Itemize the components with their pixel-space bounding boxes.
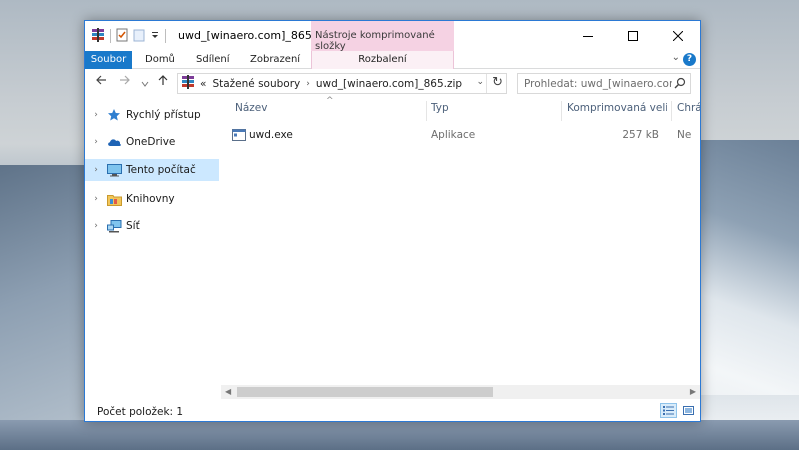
maximize-button[interactable] bbox=[610, 21, 655, 51]
tab-home[interactable]: Domů bbox=[145, 51, 175, 69]
column-header-protected[interactable]: Chrán bbox=[677, 102, 700, 122]
toolbar-separator bbox=[165, 29, 166, 43]
tab-extract[interactable]: Rozbalení bbox=[311, 51, 454, 69]
up-arrow-icon bbox=[158, 75, 168, 85]
winrar-app-icon[interactable] bbox=[91, 27, 105, 45]
tab-file[interactable]: Soubor bbox=[85, 51, 132, 69]
horizontal-scrollbar[interactable]: ◀ ▶ bbox=[221, 385, 700, 399]
sidebar-item-label: Síť bbox=[126, 220, 140, 232]
status-bar: Počet položek: 1 bbox=[85, 401, 700, 421]
details-view-icon bbox=[663, 406, 674, 415]
details-view-button[interactable] bbox=[660, 403, 677, 418]
sidebar-item-label: Tento počítač bbox=[126, 164, 196, 176]
address-bar[interactable]: « Stažené soubory › uwd_[winaero.com]_86… bbox=[177, 73, 507, 94]
application-icon bbox=[232, 129, 246, 144]
back-button[interactable] bbox=[95, 74, 107, 90]
navigation-bar: « Stažené soubory › uwd_[winaero.com]_86… bbox=[85, 71, 700, 97]
breadcrumb-downloads[interactable]: Stažené soubory bbox=[212, 78, 300, 90]
toolbar-separator bbox=[110, 29, 111, 43]
recent-locations-button[interactable] bbox=[141, 77, 149, 92]
sidebar-item-onedrive[interactable]: › OneDrive bbox=[85, 131, 219, 153]
scrollbar-thumb[interactable] bbox=[237, 387, 493, 397]
new-folder-icon[interactable] bbox=[133, 28, 145, 45]
window-controls bbox=[565, 21, 700, 51]
large-icons-view-button[interactable] bbox=[680, 403, 697, 418]
scroll-left-icon[interactable]: ◀ bbox=[225, 387, 231, 396]
desktop-mountain-bottom bbox=[0, 420, 799, 450]
forward-arrow-icon bbox=[120, 75, 130, 85]
sidebar-item-label: Knihovny bbox=[126, 193, 175, 205]
expand-chevron-icon[interactable]: › bbox=[89, 221, 103, 231]
expand-chevron-icon[interactable]: › bbox=[89, 110, 103, 120]
file-name: uwd.exe bbox=[249, 129, 293, 141]
minimize-icon bbox=[582, 36, 593, 37]
library-icon bbox=[106, 192, 122, 206]
close-icon bbox=[672, 31, 683, 41]
window-title: uwd_[winaero.com]_865.zip bbox=[178, 29, 332, 42]
item-count: Počet položek: 1 bbox=[97, 406, 184, 418]
search-box[interactable]: Prohledat: uwd_[winaero.com]_865.zip bbox=[517, 73, 691, 94]
ribbon-tabs: Soubor Domů Sdílení Zobrazení Rozbalení … bbox=[85, 51, 700, 69]
column-header-compressed-size[interactable]: Komprimovaná veli... bbox=[567, 102, 667, 122]
table-row[interactable]: uwd.exe Aplikace 257 kB Ne bbox=[231, 126, 700, 146]
customize-toolbar-icon[interactable] bbox=[150, 30, 160, 43]
address-separator bbox=[486, 74, 487, 93]
scroll-right-icon[interactable]: ▶ bbox=[690, 387, 696, 396]
expand-chevron-icon[interactable]: › bbox=[89, 165, 103, 175]
expand-chevron-icon[interactable]: › bbox=[89, 194, 103, 204]
file-compressed-size: 257 kB bbox=[622, 129, 659, 141]
help-icon[interactable]: ? bbox=[683, 53, 696, 66]
file-protected: Ne bbox=[677, 129, 692, 141]
star-icon bbox=[106, 108, 122, 122]
column-separator[interactable] bbox=[671, 101, 672, 121]
search-placeholder: Prohledat: uwd_[winaero.com]_865.zip bbox=[524, 77, 672, 90]
explorer-window: uwd_[winaero.com]_865.zip Nástroje kompr… bbox=[84, 20, 701, 422]
chevron-right-icon[interactable]: › bbox=[306, 79, 310, 89]
column-separator[interactable] bbox=[561, 101, 562, 121]
title-bar[interactable]: uwd_[winaero.com]_865.zip Nástroje kompr… bbox=[85, 21, 700, 52]
up-button[interactable] bbox=[157, 74, 169, 90]
winrar-archive-icon bbox=[181, 75, 195, 92]
context-tab-header: Nástroje komprimované složky bbox=[311, 21, 454, 52]
quick-access-toolbar bbox=[91, 27, 171, 45]
column-header-type[interactable]: Typ bbox=[431, 102, 551, 122]
close-button[interactable] bbox=[655, 21, 700, 51]
sidebar-item-label: Rychlý přístup bbox=[126, 109, 201, 121]
maximize-icon bbox=[627, 31, 638, 41]
network-icon bbox=[106, 219, 122, 233]
expand-chevron-icon[interactable]: › bbox=[89, 137, 103, 147]
file-list: ^ Název Typ Komprimovaná veli... Chrán u… bbox=[221, 96, 700, 399]
sidebar-item-network[interactable]: › Síť bbox=[85, 215, 219, 237]
sidebar-item-libraries[interactable]: › Knihovny bbox=[85, 188, 219, 210]
column-separator[interactable] bbox=[426, 101, 427, 121]
minimize-button[interactable] bbox=[565, 21, 610, 51]
ribbon-expand-icon[interactable]: ⌄ bbox=[672, 52, 680, 63]
refresh-icon[interactable]: ↻ bbox=[492, 75, 503, 90]
breadcrumb-archive[interactable]: uwd_[winaero.com]_865.zip bbox=[316, 78, 462, 90]
search-icon[interactable] bbox=[674, 77, 686, 92]
sidebar-item-quick-access[interactable]: › Rychlý přístup bbox=[85, 104, 219, 126]
properties-icon[interactable] bbox=[116, 28, 128, 45]
cloud-icon bbox=[106, 135, 122, 149]
back-arrow-icon bbox=[96, 75, 106, 85]
tab-view[interactable]: Zobrazení bbox=[250, 51, 300, 69]
large-icons-view-icon bbox=[683, 406, 694, 415]
sidebar-item-label: OneDrive bbox=[126, 136, 176, 148]
tab-share[interactable]: Sdílení bbox=[196, 51, 230, 69]
column-header-name[interactable]: Název bbox=[235, 102, 425, 122]
breadcrumb-overflow[interactable]: « bbox=[200, 78, 206, 90]
forward-button[interactable] bbox=[119, 74, 131, 90]
navigation-pane: › Rychlý přístup › OneDrive › Tento počí… bbox=[85, 101, 220, 399]
computer-icon bbox=[106, 163, 122, 177]
address-dropdown-icon[interactable]: ⌄ bbox=[476, 77, 484, 87]
chevron-down-icon bbox=[141, 81, 149, 87]
desktop-mountain-left bbox=[0, 165, 90, 450]
file-type: Aplikace bbox=[431, 129, 476, 141]
sidebar-item-this-pc[interactable]: › Tento počítač bbox=[85, 159, 219, 181]
